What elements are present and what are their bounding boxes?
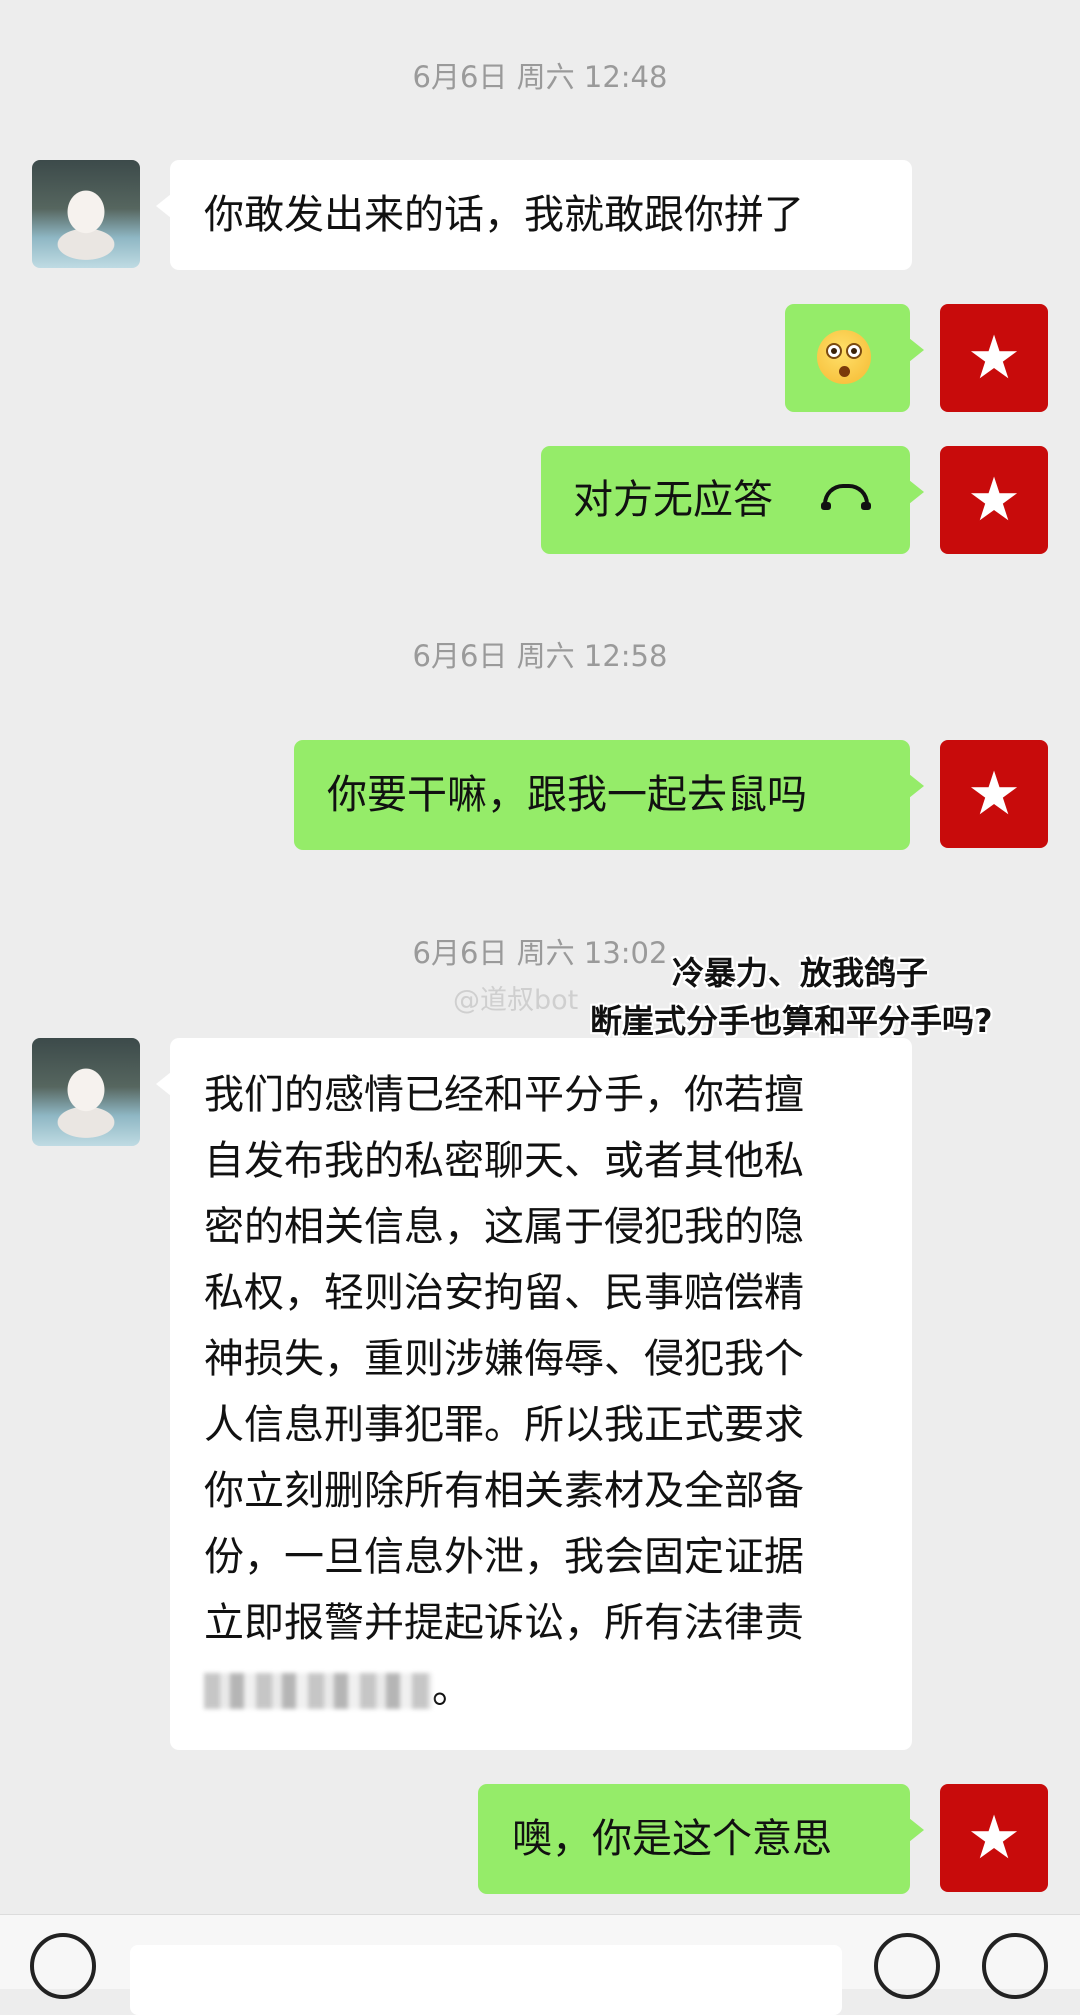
my-avatar[interactable]: ★ <box>940 446 1048 554</box>
star-icon: ★ <box>967 323 1021 393</box>
flushed-face-emoji-icon <box>817 330 871 384</box>
message-line: 人信息刑事犯罪。所以我正式要求 <box>204 1402 804 1448</box>
message-line: 你立刻删除所有相关素材及全部备 <box>204 1468 804 1514</box>
my-avatar[interactable]: ★ <box>940 740 1048 848</box>
message-bubble-incoming[interactable]: 你敢发出来的话，我就敢跟你拼了 <box>156 160 912 270</box>
message-line: 密的相关信息，这属于侵犯我的隐 <box>204 1204 804 1250</box>
message-text: 噢，你是这个意思 <box>512 1816 832 1862</box>
my-avatar[interactable]: ★ <box>940 304 1048 412</box>
my-avatar[interactable]: ★ <box>940 1784 1048 1892</box>
voice-input-icon[interactable] <box>30 1933 96 1999</box>
message-bubble-outgoing[interactable] <box>785 304 924 412</box>
hang-up-phone-icon <box>821 484 871 510</box>
add-more-icon[interactable] <box>982 1933 1048 1999</box>
message-text: 你敢发出来的话，我就敢跟你拼了 <box>204 192 804 238</box>
message-line-redacted: 。 <box>204 1656 804 1722</box>
long-message-text: 我们的感情已经和平分手，你若擅 自发布我的私密聊天、或者其他私 密的相关信息，这… <box>204 1062 804 1722</box>
timestamp: 6月6日 周六 12:58 <box>412 639 668 673</box>
message-bubble-incoming[interactable]: 我们的感情已经和平分手，你若擅 自发布我的私密聊天、或者其他私 密的相关信息，这… <box>156 1038 912 1750</box>
message-input[interactable] <box>130 1945 842 2015</box>
timestamp: 6月6日 周六 12:48 <box>412 60 668 94</box>
message-line: 神损失，重则涉嫌侮辱、侵犯我个 <box>204 1336 804 1382</box>
star-icon: ★ <box>967 465 1021 535</box>
message-line: 自发布我的私密聊天、或者其他私 <box>204 1138 804 1184</box>
input-bar <box>0 1914 1080 2015</box>
overlay-caption-line-2: 断崖式分手也算和平分手吗? <box>590 1002 993 1040</box>
emoji-button-icon[interactable] <box>874 1933 940 1999</box>
call-record-bubble[interactable]: 对方无应答 <box>541 446 924 554</box>
watermark: @道叔bot <box>453 985 579 1016</box>
message-line: 立即报警并提起诉讼，所有法律责 <box>204 1600 804 1646</box>
contact-avatar[interactable] <box>32 1038 140 1146</box>
message-line: 我们的感情已经和平分手，你若擅 <box>204 1072 804 1118</box>
star-icon: ★ <box>967 1803 1021 1873</box>
message-bubble-outgoing[interactable]: 噢，你是这个意思 <box>478 1784 924 1894</box>
star-icon: ★ <box>967 759 1021 829</box>
message-text: 你要干嘛，跟我一起去鼠吗 <box>327 772 807 818</box>
message-bubble-outgoing[interactable]: 你要干嘛，跟我一起去鼠吗 <box>294 740 924 850</box>
message-line: 私权，轻则治安拘留、民事赔偿精 <box>204 1270 804 1316</box>
message-line: 份，一旦信息外泄，我会固定证据 <box>204 1534 804 1580</box>
overlay-caption-line-1: 冷暴力、放我鸽子 <box>672 954 929 992</box>
contact-avatar[interactable] <box>32 160 140 268</box>
call-status-text: 对方无应答 <box>573 477 773 523</box>
message-line-end: 。 <box>432 1666 472 1712</box>
redacted-text <box>204 1673 432 1709</box>
